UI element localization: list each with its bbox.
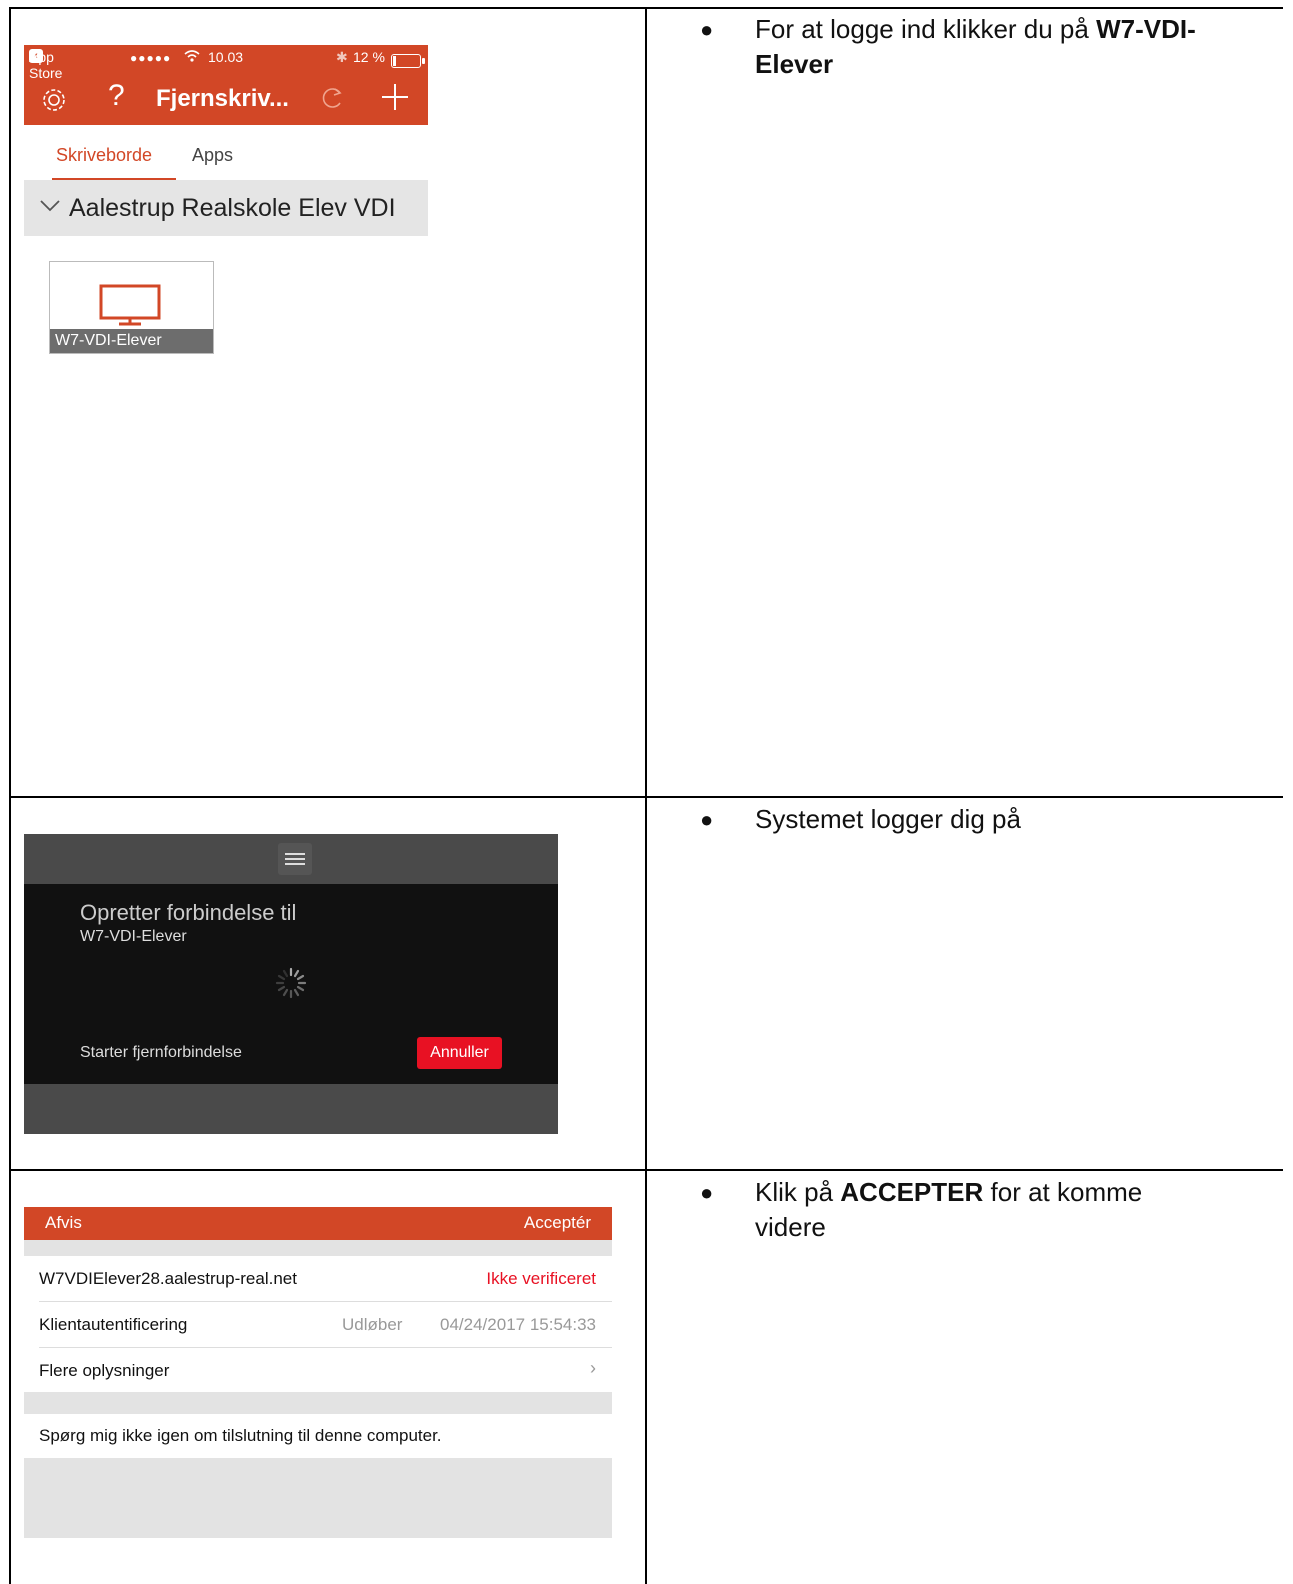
- desktop-group-header[interactable]: Aalestrup Realskole Elev VDI: [24, 180, 428, 236]
- status-app-label: App Store: [29, 49, 63, 81]
- menu-icon[interactable]: [278, 843, 312, 875]
- loading-spinner-icon: [275, 967, 307, 999]
- gear-icon[interactable]: [39, 85, 69, 120]
- status-time: 10.03: [208, 49, 244, 65]
- dont-ask-row[interactable]: Spørg mig ikke igen om tilslutning til d…: [24, 1414, 612, 1458]
- certificate-details: W7VDIElever28.aalestrup-real.net Ikke ve…: [24, 1256, 612, 1392]
- instruction-note-2: ● Systemet logger dig på: [700, 802, 1220, 837]
- dont-ask-label: Spørg mig ikke igen om tilslutning til d…: [39, 1426, 442, 1445]
- note-text: For at logge ind klikker du på: [755, 14, 1097, 44]
- connection-title: Opretter forbindelse til: [80, 900, 297, 925]
- group-title: Aalestrup Realskole Elev VDI: [69, 194, 396, 222]
- tab-apps[interactable]: Apps: [192, 145, 233, 166]
- connection-status: Starter fjernforbindelse: [80, 1044, 242, 1061]
- note-text: Systemet logger dig på: [755, 804, 1021, 834]
- toolbar-title: Fjernskriv...: [156, 85, 289, 112]
- connection-target: W7-VDI-Elever: [80, 928, 187, 945]
- bullet-icon: ●: [700, 807, 714, 832]
- bluetooth-icon: ✱: [336, 49, 348, 65]
- bullet-icon: ●: [700, 1180, 714, 1205]
- connection-toolbar: [24, 834, 558, 884]
- expires-value: 04/24/2017 15:54:33: [440, 1315, 596, 1334]
- tab-skriveborde[interactable]: Skriveborde: [56, 145, 152, 166]
- instruction-note-1: ● For at logge ind klikker du på W7-VDI-…: [700, 12, 1220, 82]
- monitor-icon: [99, 284, 161, 326]
- chevron-down-icon: [39, 194, 61, 222]
- bullet-icon: ●: [700, 17, 714, 42]
- expires-label: Udløber: [342, 1315, 403, 1334]
- status-bar: ‹ App Store ●●●●● 10.03 ✱ 12 %: [24, 49, 428, 81]
- instruction-note-3: ● Klik på ACCEPTER for at komme videre: [700, 1175, 1220, 1245]
- screenshot-certificate: Afvis Acceptér W7VDIElever28.aalestrup-r…: [24, 1207, 612, 1538]
- host-row: W7VDIElever28.aalestrup-real.net Ikke ve…: [24, 1256, 612, 1301]
- battery-percent: 12 %: [353, 49, 385, 65]
- chevron-right-icon: ›: [590, 1358, 596, 1378]
- host-status: Ikke verificeret: [486, 1269, 596, 1288]
- screenshot-connecting: Opretter forbindelse til W7-VDI-Elever S…: [24, 834, 558, 1134]
- more-info-row[interactable]: Flere oplysninger ›: [24, 1348, 612, 1393]
- screenshot-desktop-list: ‹ App Store ●●●●● 10.03 ✱ 12 % ? Fjernskr…: [24, 45, 428, 355]
- accept-button[interactable]: Acceptér: [524, 1213, 591, 1233]
- connection-panel: Opretter forbindelse til W7-VDI-Elever S…: [24, 884, 558, 1084]
- table-border-left: [9, 7, 11, 1584]
- battery-icon: [391, 54, 425, 68]
- help-icon[interactable]: ?: [108, 79, 125, 113]
- refresh-icon[interactable]: [318, 83, 346, 118]
- signal-icon: ●●●●●: [130, 51, 172, 65]
- wifi-icon: [184, 49, 200, 66]
- desktop-tile[interactable]: W7-VDI-Elever: [49, 261, 214, 354]
- tab-bar: Skriveborde Apps: [24, 135, 428, 181]
- tile-label: W7-VDI-Elever: [50, 329, 213, 353]
- table-column-divider: [645, 7, 647, 1584]
- auth-row: Klientautentificering Udløber 04/24/2017…: [24, 1302, 612, 1347]
- certificate-header: Afvis Acceptér: [24, 1207, 612, 1240]
- app-header: ‹ App Store ●●●●● 10.03 ✱ 12 % ? Fjernskr…: [24, 45, 428, 125]
- note-text: Klik på: [755, 1177, 841, 1207]
- reject-button[interactable]: Afvis: [45, 1213, 82, 1233]
- add-icon[interactable]: [379, 81, 411, 118]
- more-info-label: Flere oplysninger: [39, 1361, 170, 1380]
- host-name: W7VDIElever28.aalestrup-real.net: [39, 1269, 297, 1288]
- cancel-button[interactable]: Annuller: [417, 1037, 502, 1069]
- auth-label: Klientautentificering: [39, 1315, 188, 1334]
- battery-fill: [393, 56, 396, 66]
- note-bold: ACCEPTER: [840, 1177, 984, 1207]
